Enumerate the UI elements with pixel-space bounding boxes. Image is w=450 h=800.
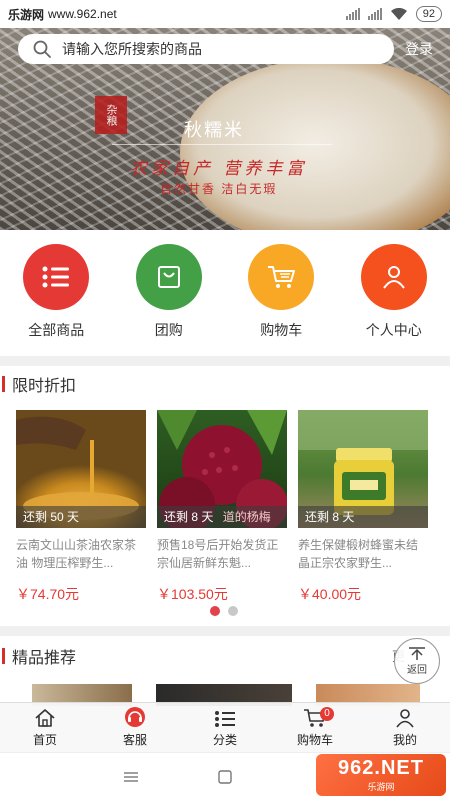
signal-icon-2 [367, 8, 382, 20]
signal-icon [345, 8, 360, 20]
wifi-icon [390, 7, 407, 20]
watermark-sub: 乐游网 [367, 782, 395, 792]
product-name: 预售18号后开始发货正宗仙居新鲜东魁... [157, 538, 279, 570]
user-icon [360, 244, 427, 310]
category-user-center[interactable]: 个人中心 [338, 244, 450, 344]
shopping-bag-icon [135, 244, 202, 310]
category-label: 个人中心 [365, 322, 422, 338]
tab-cart[interactable]: 0 购物车 [270, 703, 360, 752]
section-divider [0, 626, 450, 636]
back-top-label: 返回 [407, 664, 427, 676]
banner-title: 秋糯米 [184, 120, 244, 141]
menu-icon[interactable] [124, 771, 138, 783]
tab-category[interactable]: 分类 [180, 703, 270, 752]
product-card[interactable]: 还剩 8 天 道的杨梅 预售18号后开始发货正宗仙居新鲜东魁... ￥103.5… [157, 410, 287, 604]
home-button-icon[interactable] [218, 770, 232, 784]
bottom-tab-bar: 首页 客服 分类 0 购物车 我的 [0, 702, 450, 752]
countdown-label: 还剩 8 天 [298, 506, 428, 528]
tab-mine[interactable]: 我的 [360, 703, 450, 752]
site-url: www.962.net [48, 7, 117, 21]
cart-icon [248, 244, 315, 310]
product-image-bayberry: 还剩 8 天 道的杨梅 [157, 410, 287, 528]
pager-dot-active[interactable] [210, 606, 220, 616]
customer-service-icon [125, 707, 145, 727]
category-all-products[interactable]: 全部商品 [0, 244, 113, 344]
carousel-pager [210, 606, 238, 616]
tab-label: 客服 [122, 733, 147, 747]
banner-slogan: 农家自产 营养丰富 [130, 159, 308, 179]
recommend-title: 精品推荐 [12, 650, 77, 667]
product-image-honey: 还剩 8 天 [298, 410, 428, 528]
recommend-header: 精品推荐 [0, 640, 450, 672]
category-label: 团购 [154, 322, 183, 338]
countdown-text: 还剩 8 天 [164, 510, 214, 524]
category-group-buy[interactable]: 团购 [113, 244, 226, 344]
search-icon [33, 40, 51, 58]
category-cart[interactable]: 购物车 [225, 244, 338, 344]
flash-sale-header: 限时折扣 [0, 368, 450, 400]
banner-seal: 杂粮 [95, 96, 127, 134]
product-price: ￥74.70元 [16, 586, 80, 602]
tab-label: 购物车 [296, 733, 333, 747]
countdown-label: 还剩 50 天 [16, 506, 146, 528]
product-card[interactable]: 还剩 50 天 云南文山山茶油农家茶油 物理压榨野生... ￥74.70元 [16, 410, 146, 604]
back-to-top-button[interactable]: 返回 [394, 638, 440, 684]
tab-label: 分类 [212, 733, 237, 747]
category-label: 全部商品 [28, 322, 85, 338]
site-logo: 乐游网 [8, 7, 45, 22]
product-price: ￥103.50元 [157, 586, 228, 602]
cart-count-badge: 0 [320, 707, 334, 721]
pager-dot[interactable] [228, 606, 238, 616]
product-image-tea-oil: 还剩 50 天 [16, 410, 146, 528]
category-nav: 全部商品 团购 购物车 个人中心 [0, 244, 450, 344]
product-price: ￥40.00元 [298, 586, 362, 602]
list-icon [23, 244, 90, 310]
banner-subtitle: 自然甘香 洁白无瑕 [160, 182, 278, 196]
tab-label: 我的 [392, 733, 417, 747]
search-input[interactable]: 请输入您所搜索的商品 [18, 34, 394, 64]
image-overlay-text: 道的杨梅 [222, 510, 271, 524]
section-accent-bar [2, 376, 5, 392]
tab-customer-service[interactable]: 客服 [90, 703, 180, 752]
user-icon [396, 709, 414, 728]
countdown-label: 还剩 8 天 道的杨梅 [157, 506, 287, 528]
site-watermark: 962.NET 乐游网 [316, 754, 446, 796]
watermark-main: 962.NET [338, 757, 424, 779]
product-card[interactable]: 还剩 8 天 养生保健椴树蜂蜜未结晶正宗农家野生... ￥40.00元 [298, 410, 428, 604]
product-name: 养生保健椴树蜂蜜未结晶正宗农家野生... [298, 538, 419, 570]
flash-sale-title: 限时折扣 [12, 378, 77, 395]
category-label: 购物车 [260, 322, 303, 338]
status-indicators: 92 [345, 6, 442, 22]
battery-indicator: 92 [415, 6, 442, 22]
arrow-up-icon [409, 646, 425, 660]
banner-divider [112, 144, 332, 145]
search-placeholder: 请输入您所搜索的商品 [62, 41, 202, 57]
category-icon [215, 711, 235, 727]
section-divider [0, 356, 450, 366]
status-bar: 乐游网 www.962.net 92 [0, 0, 450, 28]
login-link[interactable]: 登录 [405, 39, 433, 59]
tab-home[interactable]: 首页 [0, 703, 90, 752]
tab-label: 首页 [32, 733, 57, 747]
home-icon [35, 709, 55, 727]
product-name: 云南文山山茶油农家茶油 物理压榨野生... [16, 538, 137, 570]
flash-sale-products: 还剩 50 天 云南文山山茶油农家茶油 物理压榨野生... ￥74.70元 还剩… [16, 410, 436, 604]
status-site-info: 乐游网 www.962.net [8, 6, 117, 23]
section-accent-bar [2, 648, 5, 664]
